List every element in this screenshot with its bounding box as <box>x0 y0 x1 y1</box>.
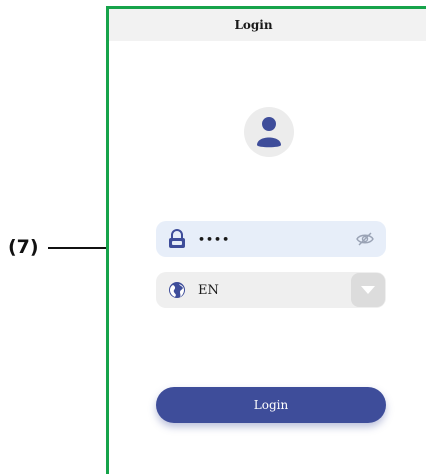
user-icon <box>257 117 281 148</box>
screenshot-canvas: (7) Login •••• EN Login <box>0 0 426 474</box>
phone-screen: Login •••• EN Login <box>106 6 426 474</box>
eye-off-icon[interactable] <box>354 228 376 250</box>
lock-icon <box>166 228 188 250</box>
page-title: Login <box>234 18 273 32</box>
avatar <box>244 107 294 157</box>
password-field[interactable]: •••• <box>156 221 386 257</box>
globe-icon <box>166 279 188 301</box>
language-select[interactable]: EN <box>156 272 386 308</box>
chevron-down-icon[interactable] <box>351 273 385 307</box>
language-value: EN <box>198 282 219 298</box>
password-input[interactable]: •••• <box>198 233 354 246</box>
app-header: Login <box>109 9 426 41</box>
callout-label: (7) <box>8 236 39 258</box>
login-button[interactable]: Login <box>156 387 386 423</box>
